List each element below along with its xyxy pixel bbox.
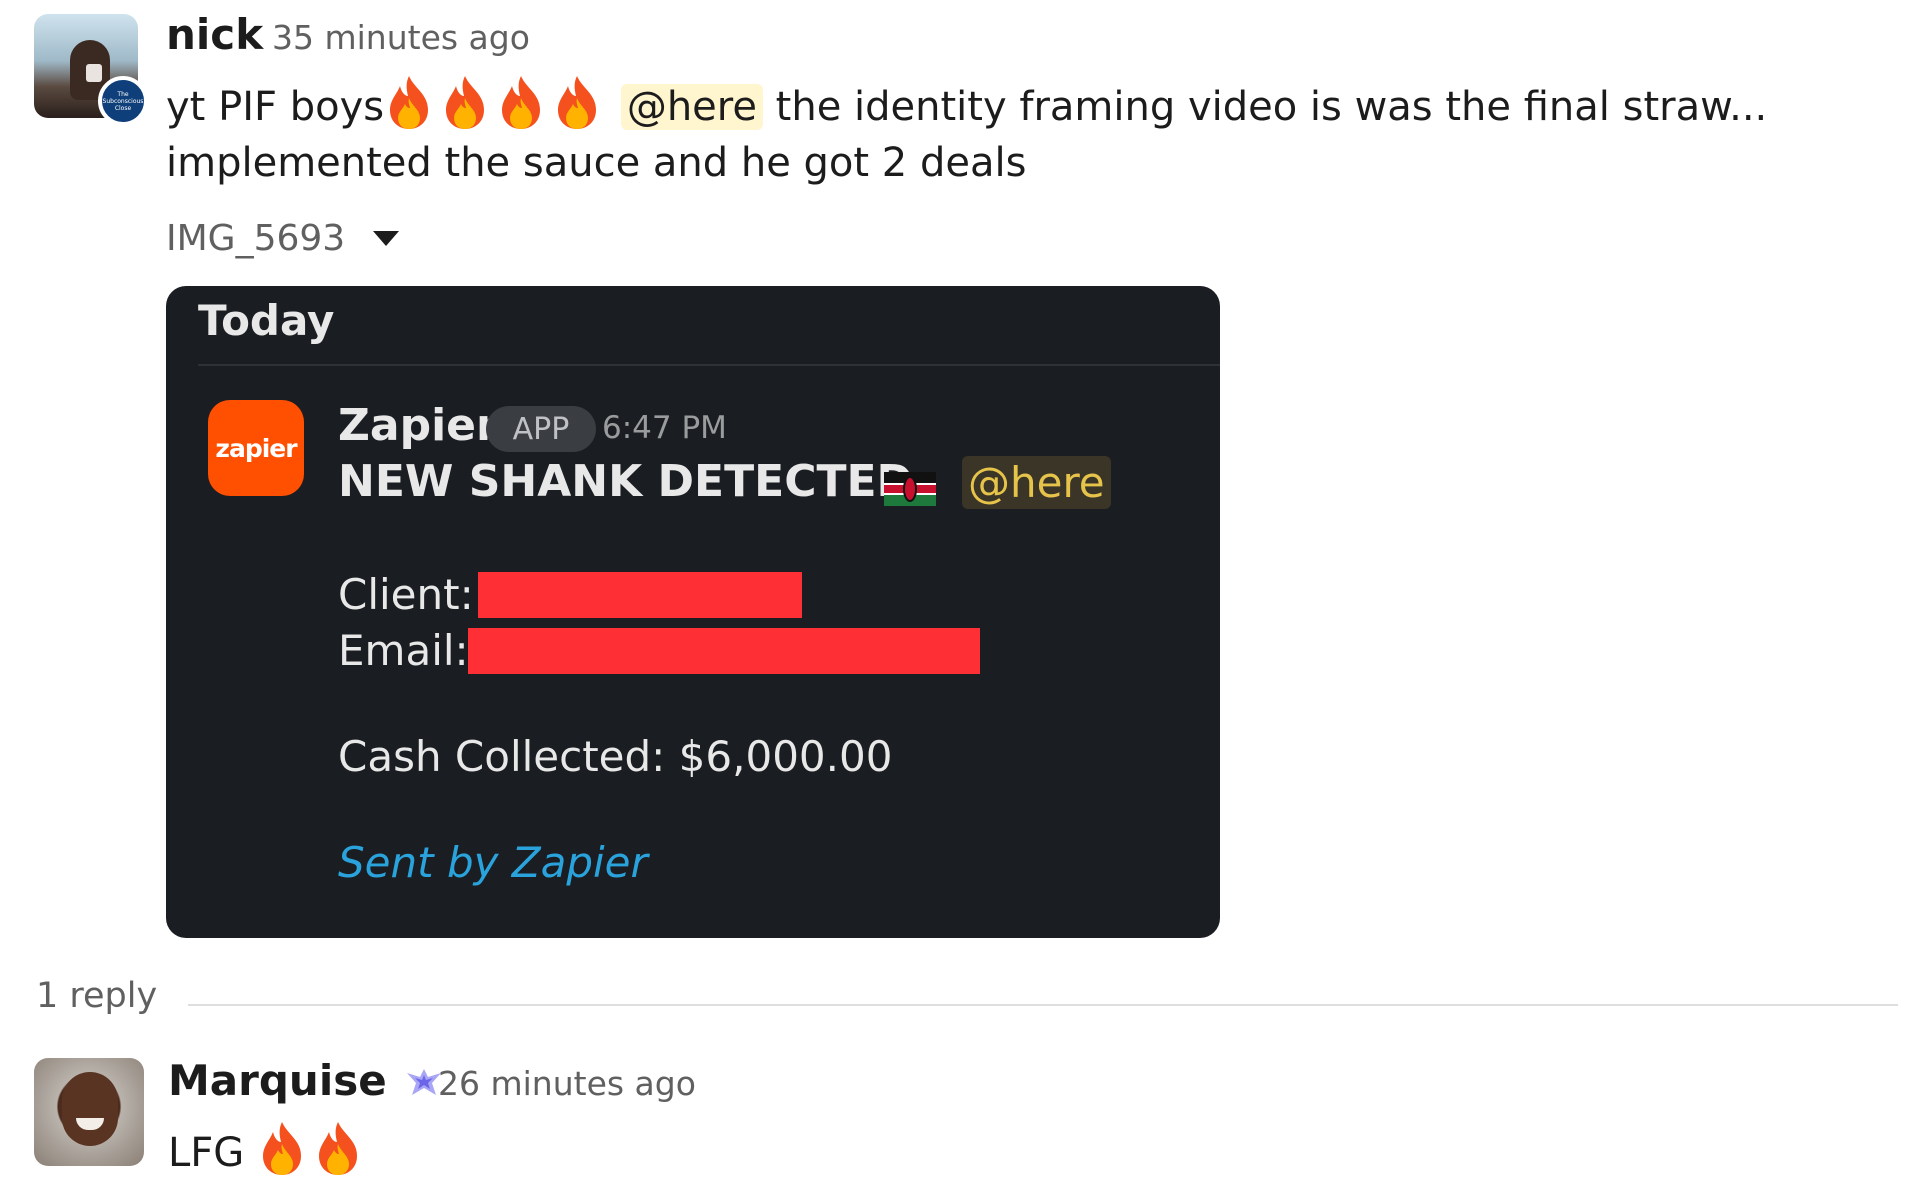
email-label: Email:: [338, 626, 469, 675]
avatar-cup: [86, 64, 102, 82]
card-timestamp: 6:47 PM: [602, 410, 727, 446]
attachment-image[interactable]: Today zapier Zapier APP 6:47 PM NEW SHAN…: [166, 286, 1220, 938]
kenya-flag-icon: [884, 472, 936, 506]
fire-emoji-icon: [496, 74, 546, 130]
attachment-filename: IMG_5693: [166, 218, 346, 259]
redaction-bar: [468, 628, 980, 674]
message-timestamp[interactable]: 26 minutes ago: [438, 1064, 696, 1103]
avatar-face: [62, 1072, 118, 1146]
attachment-toggle[interactable]: IMG_5693: [166, 218, 400, 259]
divider: [198, 364, 1220, 366]
caret-down-icon: [373, 231, 400, 246]
thread-divider: [188, 1004, 1898, 1006]
message-text: LFG: [168, 1130, 245, 1176]
author-name-text: Marquise: [168, 1056, 387, 1105]
zapier-logo-icon: zapier: [208, 400, 304, 496]
workspace-badge: The Subconscious Close: [98, 76, 148, 126]
card-headline: NEW SHANK DETECTED: [338, 456, 914, 507]
date-divider: Today: [198, 296, 335, 345]
sent-by-link: Sent by Zapier: [338, 838, 648, 887]
author-name[interactable]: nick: [166, 10, 263, 59]
message-text: the identity framing video is was the fi…: [775, 84, 1768, 130]
here-mention[interactable]: @here: [620, 84, 763, 130]
fire-emoji-icon: [384, 74, 434, 130]
client-label: Client:: [338, 570, 474, 619]
fire-emoji-icon: [440, 74, 490, 130]
message-line-1: yt PIF boys @here the identity framing v…: [166, 74, 1767, 130]
reply-text: LFG: [168, 1120, 369, 1176]
here-mention: @here: [962, 456, 1111, 509]
message-line-2: implemented the sauce and he got 2 deals: [166, 140, 1027, 186]
message-text: yt PIF boys: [166, 84, 385, 130]
app-name: Zapier: [338, 400, 498, 451]
user-avatar[interactable]: [34, 1058, 144, 1166]
fire-emoji-icon: [257, 1120, 307, 1176]
verified-icon: [406, 1069, 441, 1095]
cash-collected: Cash Collected: $6,000.00: [338, 732, 893, 781]
message-timestamp[interactable]: 35 minutes ago: [272, 18, 530, 57]
fire-emoji-icon: [552, 74, 602, 130]
redaction-bar: [478, 572, 802, 618]
fire-emoji-icon: [313, 1120, 363, 1176]
reply-count[interactable]: 1 reply: [36, 976, 157, 1016]
author-name[interactable]: Marquise: [168, 1056, 443, 1105]
app-badge: APP: [486, 406, 596, 452]
